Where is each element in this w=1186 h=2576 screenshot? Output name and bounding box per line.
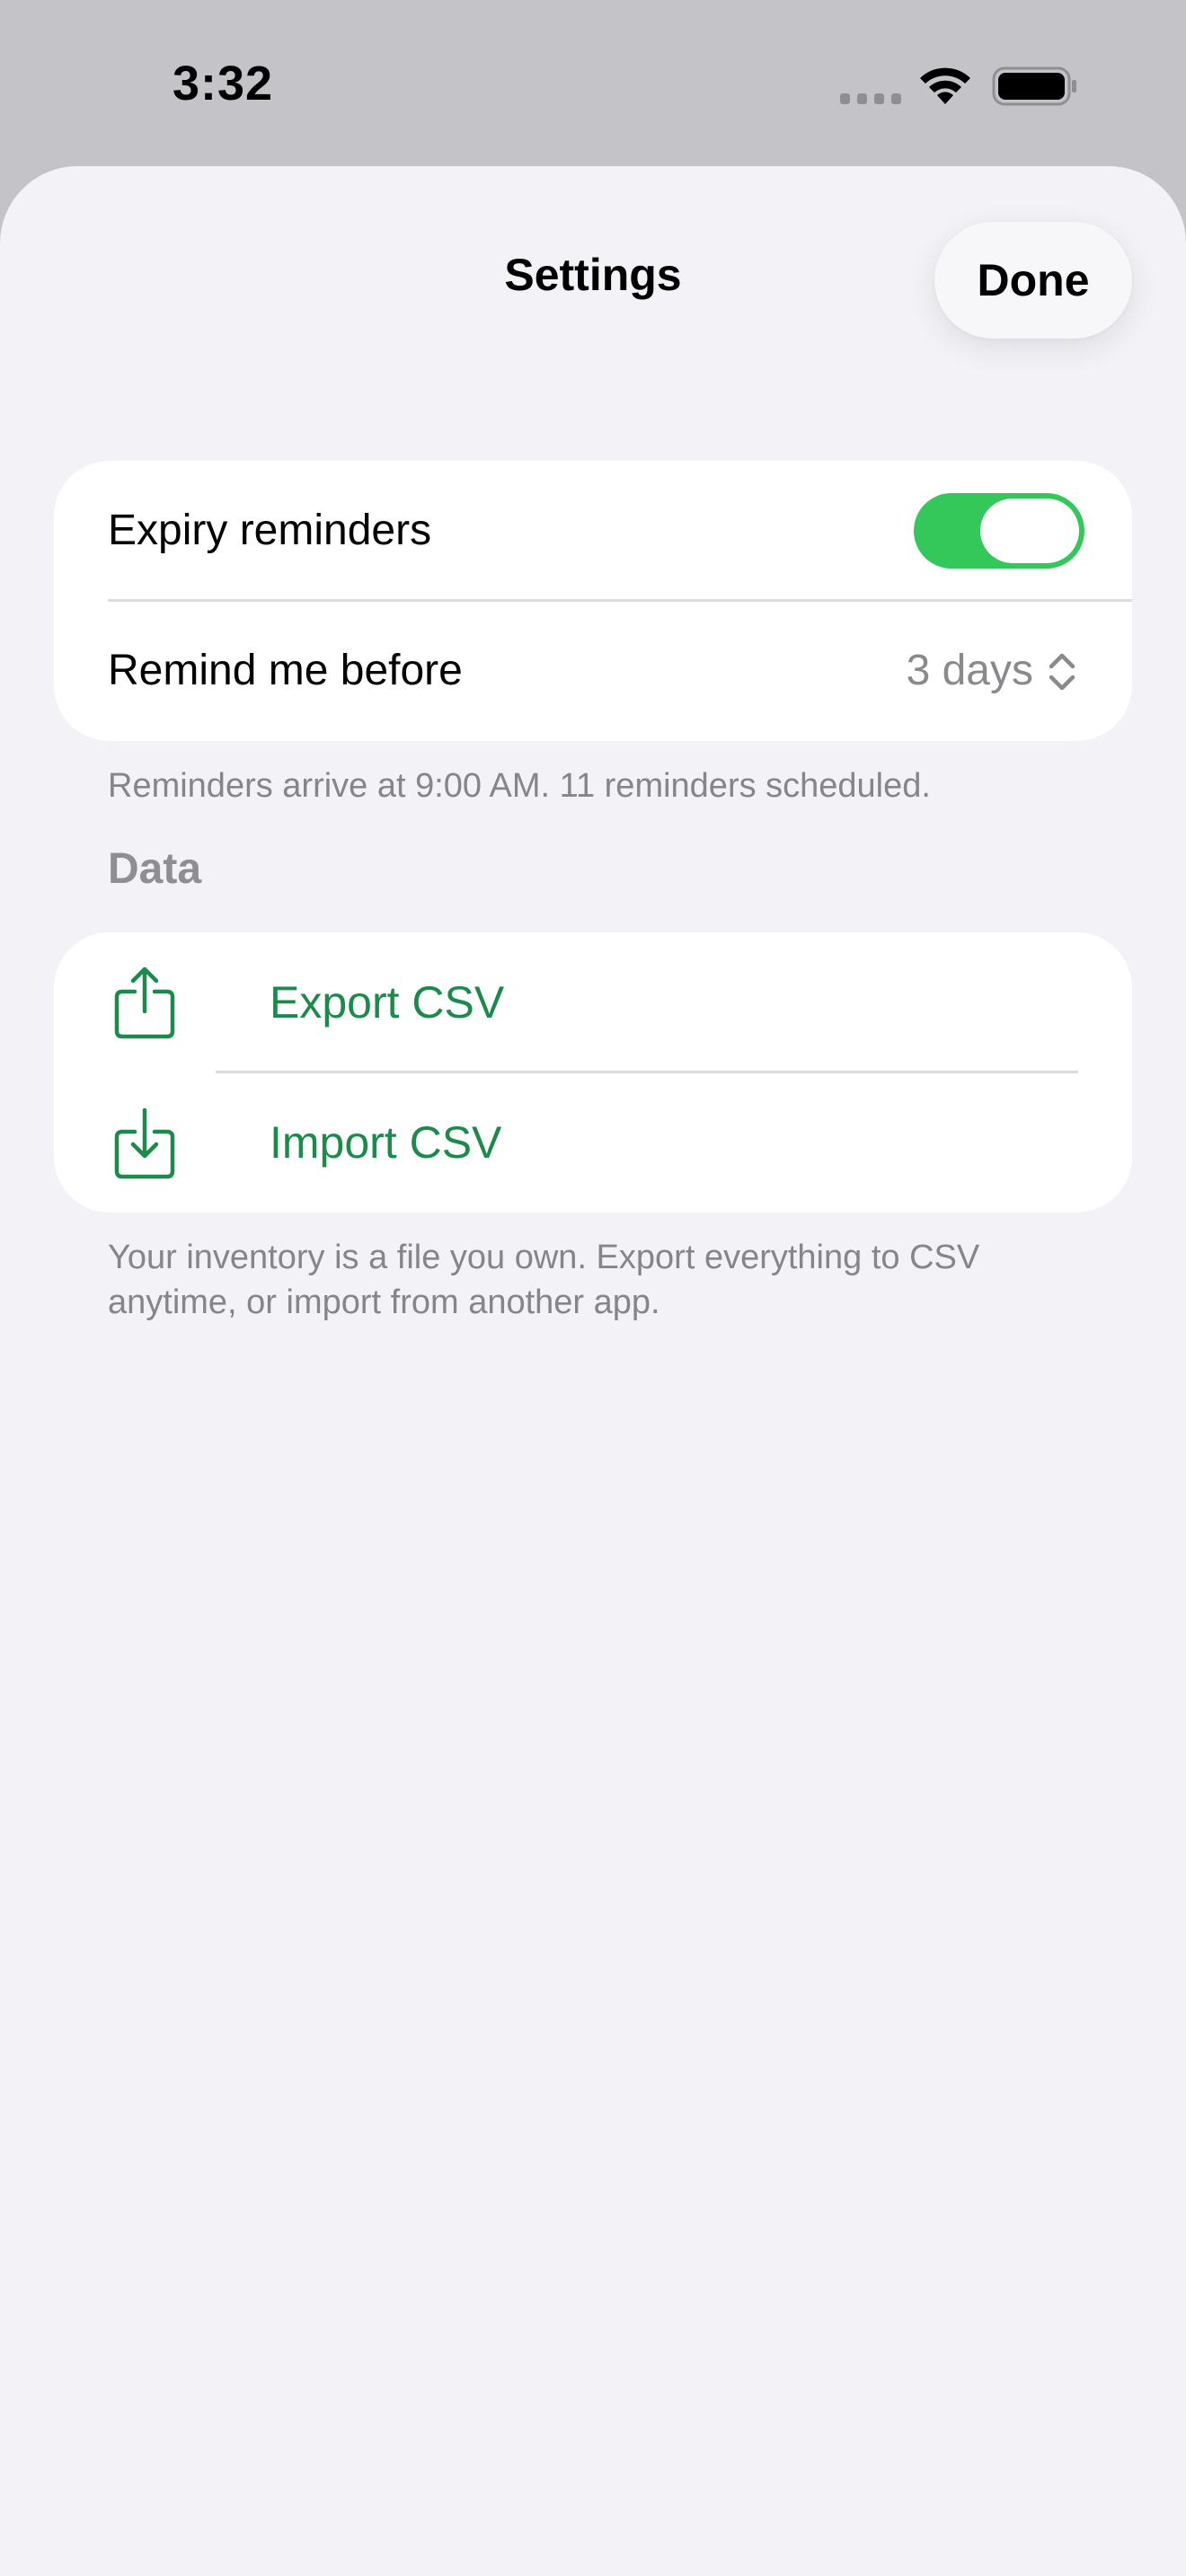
export-csv-row[interactable]: Export CSV	[54, 932, 1132, 1072]
data-section-header: Data	[108, 845, 202, 893]
expiry-reminders-label: Expiry reminders	[108, 507, 432, 554]
wifi-icon	[920, 67, 970, 104]
done-button[interactable]: Done	[934, 222, 1132, 339]
import-csv-label: Import CSV	[270, 1117, 502, 1168]
status-time: 3:32	[173, 57, 274, 110]
remind-me-before-label: Remind me before	[108, 647, 463, 694]
data-footer: Your inventory is a file you own. Export…	[108, 1235, 1096, 1325]
import-tray-icon	[114, 1107, 175, 1179]
toggle-knob	[980, 498, 1079, 563]
chevron-up-down-icon[interactable]	[1046, 649, 1078, 694]
status-bar: 3:32	[0, 0, 1186, 166]
reminders-footer: Reminders arrive at 9:00 AM. 11 reminder…	[108, 767, 931, 805]
export-csv-label: Export CSV	[270, 977, 505, 1028]
share-export-icon	[114, 966, 175, 1039]
battery-icon	[992, 66, 1076, 106]
data-group: Export CSV Import CSV	[54, 932, 1132, 1213]
import-csv-row[interactable]: Import CSV	[54, 1072, 1132, 1213]
data-footer-line-2: anytime, or import from another app.	[108, 1284, 660, 1321]
data-footer-line-1: Your inventory is a file you own. Export…	[108, 1239, 980, 1276]
settings-sheet: Settings Done Expiry reminders Remind me…	[0, 166, 1186, 2576]
remind-me-before-value[interactable]: 3 days	[907, 601, 1033, 741]
reminders-group: Expiry reminders Remind me before 3 days	[54, 461, 1132, 741]
cellular-signal-icon	[840, 93, 901, 104]
expiry-reminders-row[interactable]: Expiry reminders	[54, 461, 1132, 601]
remind-me-before-row[interactable]: Remind me before 3 days	[54, 601, 1132, 741]
expiry-reminders-toggle[interactable]	[914, 493, 1084, 569]
